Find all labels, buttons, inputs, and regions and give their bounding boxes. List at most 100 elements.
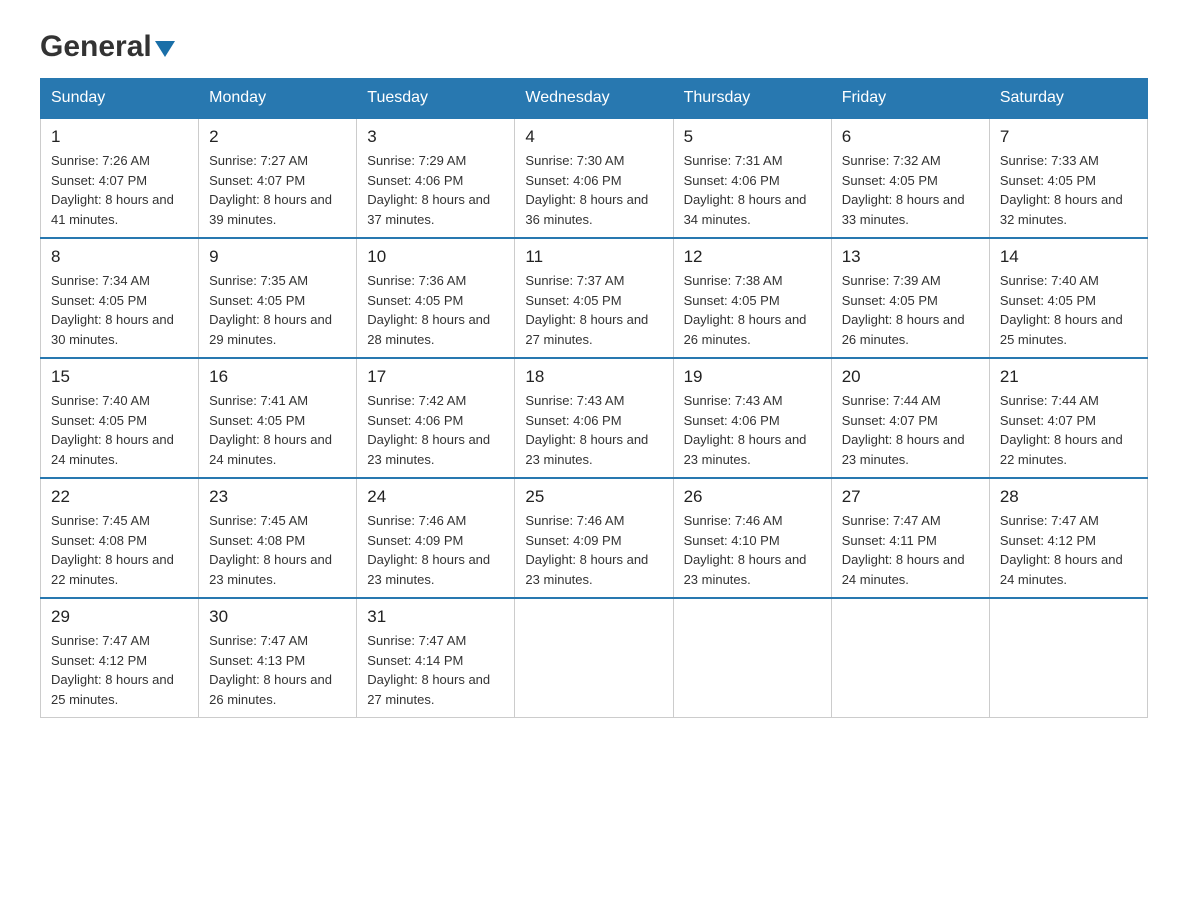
day-number: 24: [367, 487, 504, 507]
day-number: 1: [51, 127, 188, 147]
col-header-monday: Monday: [199, 79, 357, 119]
day-number: 15: [51, 367, 188, 387]
calendar-cell: 25 Sunrise: 7:46 AMSunset: 4:09 PMDaylig…: [515, 478, 673, 598]
day-info: Sunrise: 7:45 AMSunset: 4:08 PMDaylight:…: [209, 513, 332, 587]
day-info: Sunrise: 7:30 AMSunset: 4:06 PMDaylight:…: [525, 153, 648, 227]
day-info: Sunrise: 7:39 AMSunset: 4:05 PMDaylight:…: [842, 273, 965, 347]
day-info: Sunrise: 7:27 AMSunset: 4:07 PMDaylight:…: [209, 153, 332, 227]
calendar-cell: 1 Sunrise: 7:26 AMSunset: 4:07 PMDayligh…: [41, 118, 199, 238]
day-number: 31: [367, 607, 504, 627]
day-number: 14: [1000, 247, 1137, 267]
col-header-sunday: Sunday: [41, 79, 199, 119]
calendar-cell: 28 Sunrise: 7:47 AMSunset: 4:12 PMDaylig…: [989, 478, 1147, 598]
day-info: Sunrise: 7:46 AMSunset: 4:09 PMDaylight:…: [367, 513, 490, 587]
calendar-week-row: 29 Sunrise: 7:47 AMSunset: 4:12 PMDaylig…: [41, 598, 1148, 718]
day-info: Sunrise: 7:47 AMSunset: 4:11 PMDaylight:…: [842, 513, 965, 587]
day-info: Sunrise: 7:43 AMSunset: 4:06 PMDaylight:…: [525, 393, 648, 467]
day-info: Sunrise: 7:37 AMSunset: 4:05 PMDaylight:…: [525, 273, 648, 347]
calendar-cell: 11 Sunrise: 7:37 AMSunset: 4:05 PMDaylig…: [515, 238, 673, 358]
calendar-cell: 6 Sunrise: 7:32 AMSunset: 4:05 PMDayligh…: [831, 118, 989, 238]
day-number: 6: [842, 127, 979, 147]
calendar-cell: 9 Sunrise: 7:35 AMSunset: 4:05 PMDayligh…: [199, 238, 357, 358]
calendar-cell: 13 Sunrise: 7:39 AMSunset: 4:05 PMDaylig…: [831, 238, 989, 358]
day-number: 12: [684, 247, 821, 267]
day-number: 4: [525, 127, 662, 147]
day-info: Sunrise: 7:40 AMSunset: 4:05 PMDaylight:…: [1000, 273, 1123, 347]
day-info: Sunrise: 7:40 AMSunset: 4:05 PMDaylight:…: [51, 393, 174, 467]
calendar-cell: 20 Sunrise: 7:44 AMSunset: 4:07 PMDaylig…: [831, 358, 989, 478]
day-info: Sunrise: 7:32 AMSunset: 4:05 PMDaylight:…: [842, 153, 965, 227]
day-info: Sunrise: 7:42 AMSunset: 4:06 PMDaylight:…: [367, 393, 490, 467]
calendar-cell: 2 Sunrise: 7:27 AMSunset: 4:07 PMDayligh…: [199, 118, 357, 238]
day-info: Sunrise: 7:47 AMSunset: 4:14 PMDaylight:…: [367, 633, 490, 707]
day-number: 22: [51, 487, 188, 507]
day-number: 3: [367, 127, 504, 147]
calendar-cell: [515, 598, 673, 718]
logo-general-text: General: [40, 30, 152, 64]
day-number: 20: [842, 367, 979, 387]
day-info: Sunrise: 7:43 AMSunset: 4:06 PMDaylight:…: [684, 393, 807, 467]
calendar-cell: 26 Sunrise: 7:46 AMSunset: 4:10 PMDaylig…: [673, 478, 831, 598]
col-header-saturday: Saturday: [989, 79, 1147, 119]
day-info: Sunrise: 7:41 AMSunset: 4:05 PMDaylight:…: [209, 393, 332, 467]
calendar-header-row: SundayMondayTuesdayWednesdayThursdayFrid…: [41, 79, 1148, 119]
day-info: Sunrise: 7:34 AMSunset: 4:05 PMDaylight:…: [51, 273, 174, 347]
calendar-table: SundayMondayTuesdayWednesdayThursdayFrid…: [40, 78, 1148, 718]
col-header-friday: Friday: [831, 79, 989, 119]
calendar-cell: 31 Sunrise: 7:47 AMSunset: 4:14 PMDaylig…: [357, 598, 515, 718]
day-info: Sunrise: 7:35 AMSunset: 4:05 PMDaylight:…: [209, 273, 332, 347]
day-number: 18: [525, 367, 662, 387]
day-number: 27: [842, 487, 979, 507]
calendar-cell: 22 Sunrise: 7:45 AMSunset: 4:08 PMDaylig…: [41, 478, 199, 598]
calendar-cell: [989, 598, 1147, 718]
calendar-week-row: 1 Sunrise: 7:26 AMSunset: 4:07 PMDayligh…: [41, 118, 1148, 238]
col-header-wednesday: Wednesday: [515, 79, 673, 119]
day-number: 23: [209, 487, 346, 507]
calendar-cell: 19 Sunrise: 7:43 AMSunset: 4:06 PMDaylig…: [673, 358, 831, 478]
day-number: 8: [51, 247, 188, 267]
calendar-cell: 12 Sunrise: 7:38 AMSunset: 4:05 PMDaylig…: [673, 238, 831, 358]
calendar-cell: 17 Sunrise: 7:42 AMSunset: 4:06 PMDaylig…: [357, 358, 515, 478]
day-info: Sunrise: 7:47 AMSunset: 4:12 PMDaylight:…: [51, 633, 174, 707]
day-info: Sunrise: 7:47 AMSunset: 4:13 PMDaylight:…: [209, 633, 332, 707]
day-number: 2: [209, 127, 346, 147]
calendar-cell: 23 Sunrise: 7:45 AMSunset: 4:08 PMDaylig…: [199, 478, 357, 598]
day-number: 21: [1000, 367, 1137, 387]
col-header-tuesday: Tuesday: [357, 79, 515, 119]
calendar-cell: 29 Sunrise: 7:47 AMSunset: 4:12 PMDaylig…: [41, 598, 199, 718]
day-info: Sunrise: 7:44 AMSunset: 4:07 PMDaylight:…: [1000, 393, 1123, 467]
day-number: 9: [209, 247, 346, 267]
day-number: 28: [1000, 487, 1137, 507]
day-number: 29: [51, 607, 188, 627]
calendar-cell: 16 Sunrise: 7:41 AMSunset: 4:05 PMDaylig…: [199, 358, 357, 478]
day-info: Sunrise: 7:29 AMSunset: 4:06 PMDaylight:…: [367, 153, 490, 227]
day-info: Sunrise: 7:26 AMSunset: 4:07 PMDaylight:…: [51, 153, 174, 227]
day-info: Sunrise: 7:47 AMSunset: 4:12 PMDaylight:…: [1000, 513, 1123, 587]
day-number: 16: [209, 367, 346, 387]
day-number: 7: [1000, 127, 1137, 147]
calendar-cell: 14 Sunrise: 7:40 AMSunset: 4:05 PMDaylig…: [989, 238, 1147, 358]
day-number: 11: [525, 247, 662, 267]
calendar-cell: 4 Sunrise: 7:30 AMSunset: 4:06 PMDayligh…: [515, 118, 673, 238]
calendar-cell: 8 Sunrise: 7:34 AMSunset: 4:05 PMDayligh…: [41, 238, 199, 358]
day-info: Sunrise: 7:46 AMSunset: 4:09 PMDaylight:…: [525, 513, 648, 587]
calendar-cell: 7 Sunrise: 7:33 AMSunset: 4:05 PMDayligh…: [989, 118, 1147, 238]
calendar-cell: 3 Sunrise: 7:29 AMSunset: 4:06 PMDayligh…: [357, 118, 515, 238]
logo-triangle-icon: [155, 41, 175, 57]
calendar-cell: 21 Sunrise: 7:44 AMSunset: 4:07 PMDaylig…: [989, 358, 1147, 478]
day-number: 5: [684, 127, 821, 147]
day-number: 30: [209, 607, 346, 627]
col-header-thursday: Thursday: [673, 79, 831, 119]
calendar-cell: 27 Sunrise: 7:47 AMSunset: 4:11 PMDaylig…: [831, 478, 989, 598]
calendar-cell: 10 Sunrise: 7:36 AMSunset: 4:05 PMDaylig…: [357, 238, 515, 358]
calendar-cell: 18 Sunrise: 7:43 AMSunset: 4:06 PMDaylig…: [515, 358, 673, 478]
day-info: Sunrise: 7:33 AMSunset: 4:05 PMDaylight:…: [1000, 153, 1123, 227]
calendar-cell: 15 Sunrise: 7:40 AMSunset: 4:05 PMDaylig…: [41, 358, 199, 478]
calendar-week-row: 8 Sunrise: 7:34 AMSunset: 4:05 PMDayligh…: [41, 238, 1148, 358]
day-number: 19: [684, 367, 821, 387]
calendar-cell: 30 Sunrise: 7:47 AMSunset: 4:13 PMDaylig…: [199, 598, 357, 718]
day-number: 25: [525, 487, 662, 507]
day-info: Sunrise: 7:36 AMSunset: 4:05 PMDaylight:…: [367, 273, 490, 347]
day-info: Sunrise: 7:38 AMSunset: 4:05 PMDaylight:…: [684, 273, 807, 347]
calendar-week-row: 15 Sunrise: 7:40 AMSunset: 4:05 PMDaylig…: [41, 358, 1148, 478]
